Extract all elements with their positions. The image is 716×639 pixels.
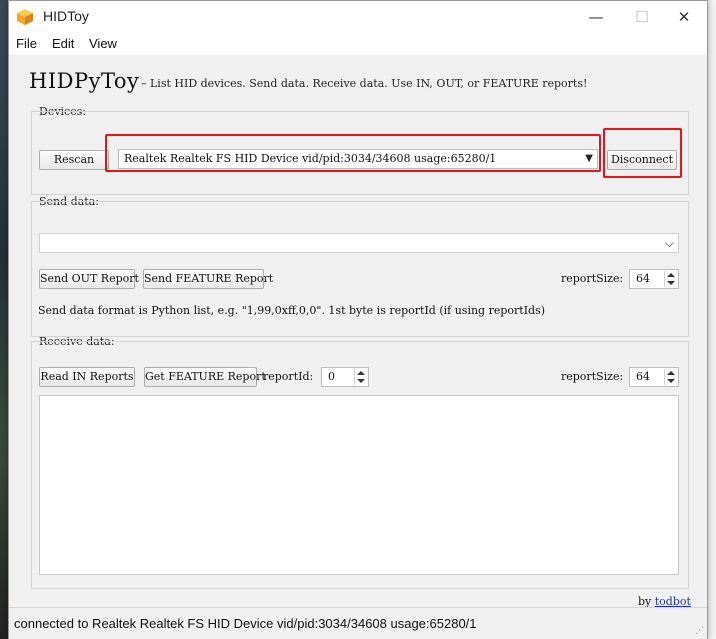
read-in-reports-button[interactable]: Read IN Reports [39, 367, 135, 387]
page-subtitle: – List HID devices. Send data. Receive d… [141, 77, 588, 90]
maximize-button[interactable]: ☐ [619, 3, 665, 31]
device-select[interactable]: Realtek Realtek FS HID Device vid/pid:30… [118, 149, 598, 169]
rescan-button[interactable]: Rescan [39, 150, 109, 170]
receive-report-size-label: reportSize: [561, 370, 624, 383]
chevron-down-icon: ⌵ [664, 236, 674, 250]
send-report-size-spinbox[interactable]: 64 [629, 269, 679, 289]
main-content: HIDPyToy – List HID devices. Send data. … [9, 55, 707, 608]
status-bar: connected to Realtek Realtek FS HID Devi… [9, 607, 707, 639]
device-select-value: Realtek Realtek FS HID Device vid/pid:30… [124, 152, 497, 165]
app-window: HIDToy — ☐ ✕ File Edit View HIDPyToy – L… [8, 0, 708, 639]
cube-icon [17, 9, 33, 25]
report-id-value: 0 [328, 370, 335, 383]
desktop-background-left [0, 0, 8, 639]
receive-report-size-value: 64 [636, 370, 650, 383]
page-title: HIDPyToy [29, 69, 140, 93]
disconnect-button[interactable]: Disconnect [607, 150, 677, 170]
send-report-size-value: 64 [636, 272, 650, 285]
send-feature-report-button[interactable]: Send FEATURE Report [143, 269, 273, 289]
minimize-button[interactable]: — [573, 3, 619, 31]
get-feature-report-button[interactable]: Get FEATURE Report [144, 367, 266, 387]
window-title: HIDToy [43, 8, 89, 24]
close-button[interactable]: ✕ [661, 3, 707, 31]
menu-view[interactable]: View [89, 36, 117, 51]
chevron-down-icon: ▼ [585, 153, 593, 164]
receive-output-area[interactable] [39, 395, 679, 575]
spin-arrows-icon[interactable] [354, 369, 367, 385]
menu-bar: File Edit View [9, 33, 707, 55]
send-report-size-label: reportSize: [561, 272, 624, 285]
title-bar[interactable]: HIDToy — ☐ ✕ [9, 1, 707, 33]
send-out-report-button[interactable]: Send OUT Report [39, 269, 139, 289]
spin-arrows-icon[interactable] [664, 271, 677, 287]
status-text: connected to Realtek Realtek FS HID Devi… [14, 616, 477, 631]
report-id-spinbox[interactable]: 0 [321, 367, 369, 387]
send-format-hint: Send data format is Python list, e.g. "1… [38, 304, 546, 317]
menu-edit[interactable]: Edit [52, 36, 74, 51]
spin-arrows-icon[interactable] [664, 369, 677, 385]
menu-file[interactable]: File [16, 36, 37, 51]
send-data-input[interactable]: ⌵ [39, 233, 679, 253]
resize-grip-icon[interactable]: ⋰ [695, 626, 704, 636]
receive-report-size-spinbox[interactable]: 64 [629, 367, 679, 387]
report-id-label: reportId: [263, 370, 314, 383]
